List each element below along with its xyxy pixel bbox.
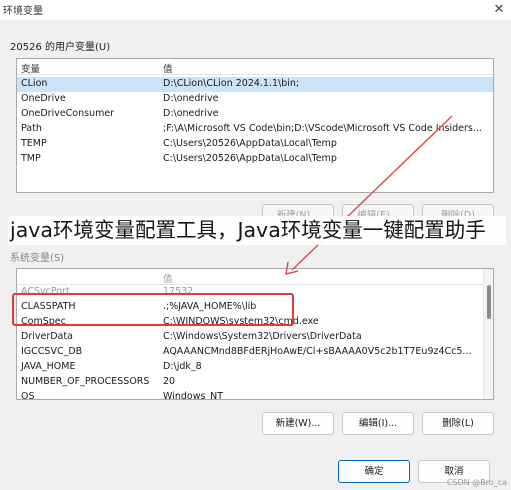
table-row[interactable]: CLion D:\CLion\CLion 2024.1.1\bin;: [17, 77, 493, 92]
table-row[interactable]: TEMP C:\Users\20526\AppData\Local\Temp: [17, 137, 493, 152]
ok-button[interactable]: 确定: [338, 460, 410, 483]
window-title: 环境变量: [3, 6, 43, 17]
user-variables-header: 变量 值: [17, 59, 493, 75]
column-value-header[interactable]: 值: [163, 61, 173, 75]
system-new-button[interactable]: 新建(W)...: [262, 412, 334, 435]
table-row[interactable]: IGCCSVC_DB AQAAANCMnd8BFdERjHoAwE/Cl+sBA…: [17, 345, 493, 360]
watermark: CSDN @Bro_ca: [446, 478, 507, 487]
table-row[interactable]: NUMBER_OF_PROCESSORS 20: [17, 375, 493, 390]
vertical-scrollbar[interactable]: [483, 269, 493, 399]
column-value-header[interactable]: 值: [163, 271, 173, 285]
column-variable-header[interactable]: 变量: [21, 61, 40, 75]
table-row[interactable]: TMP C:\Users\20526\AppData\Local\Temp: [17, 152, 493, 167]
table-row[interactable]: OneDriveConsumer D:\onedrive: [17, 107, 493, 122]
scrollbar-thumb[interactable]: [487, 285, 491, 319]
system-variables-header: 值: [17, 269, 493, 285]
table-row[interactable]: OneDrive D:\onedrive: [17, 92, 493, 107]
user-variables-list[interactable]: 变量 值 CLion D:\CLion\CLion 2024.1.1\bin; …: [16, 58, 494, 193]
table-row[interactable]: JAVA_HOME D:\jdk_8: [17, 360, 493, 375]
table-row[interactable]: Path ;F:\A\Microsoft VS Code\bin;D:\VSco…: [17, 122, 493, 137]
user-variables-label: 20526 的用户变量(U): [10, 42, 111, 53]
system-variables-list[interactable]: 值 ACSvcPort 17532 CLASSPATH .;%JAVA_HOME…: [16, 268, 494, 400]
classpath-highlight-box: [12, 293, 294, 326]
table-row[interactable]: OS Windows_NT: [17, 390, 493, 399]
system-edit-button[interactable]: 编辑(I)...: [342, 412, 414, 435]
close-icon[interactable]: ✕: [490, 1, 508, 19]
system-variables-label: 系统变量(S): [10, 253, 65, 264]
overlay-caption: java环境变量配置工具，Java环境变量一键配置助手: [8, 216, 506, 245]
table-row[interactable]: DriverData C:\Windows\System32\Drivers\D…: [17, 330, 493, 345]
title-bar: 环境变量 ✕: [0, 0, 511, 20]
system-delete-button[interactable]: 删除(L): [422, 412, 494, 435]
